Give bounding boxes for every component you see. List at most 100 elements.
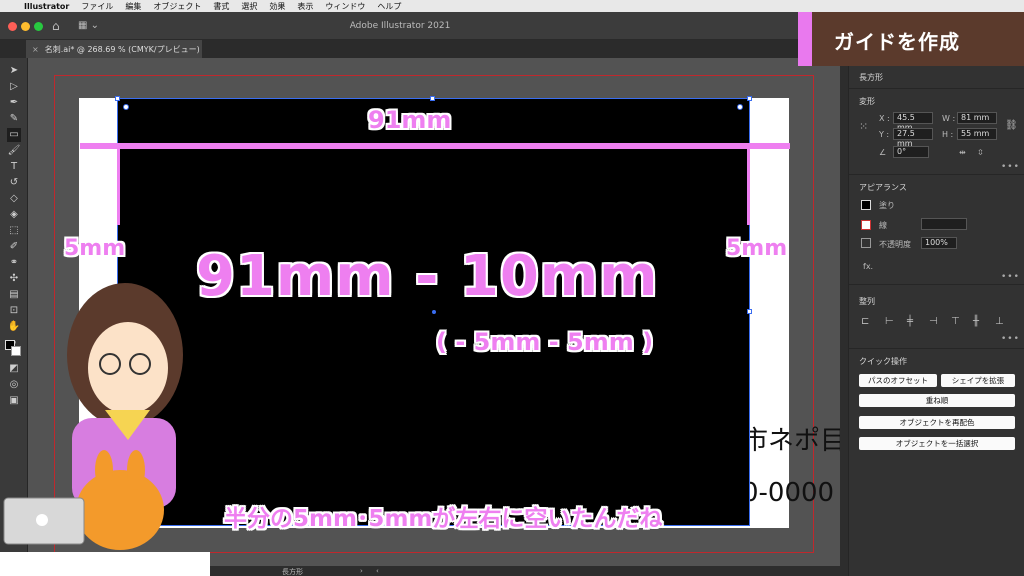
anchor-point[interactable] xyxy=(115,96,120,101)
rotate-angle-input[interactable]: 0° xyxy=(893,146,929,158)
more-options-icon[interactable]: ••• xyxy=(1001,162,1020,172)
menu-app-name[interactable]: Illustrator xyxy=(24,2,69,11)
document-tab-label: 名刺.ai* @ 268.69 % (CMYK/プレビュー) xyxy=(44,44,200,54)
menu-help[interactable]: ヘルプ xyxy=(377,1,401,12)
h-input[interactable]: 55 mm xyxy=(957,128,997,140)
align-bottom-icon[interactable]: ⊥ xyxy=(995,316,1004,327)
x-label: X : xyxy=(879,114,890,123)
white-overlay-block xyxy=(0,552,210,576)
w-input[interactable]: 81 mm xyxy=(957,112,997,124)
flip-vertical-icon[interactable]: ⇳ xyxy=(977,148,984,157)
scroll-left-icon[interactable]: ‹ xyxy=(376,567,379,575)
laptop-logo-icon xyxy=(36,514,48,526)
rectangle-tool-icon[interactable]: ▭ xyxy=(7,128,21,142)
blend-tool-icon[interactable]: ⚭ xyxy=(7,256,21,270)
w-label: W : xyxy=(942,114,956,123)
opacity-input[interactable]: 100% xyxy=(921,237,957,249)
menu-file[interactable]: ファイル xyxy=(81,1,113,12)
window-title: Adobe Illustrator 2021 xyxy=(349,21,451,31)
corner-widget[interactable] xyxy=(123,104,129,110)
menu-window[interactable]: ウィンドウ xyxy=(325,1,365,12)
align-left-icon[interactable]: ⊢ xyxy=(885,316,894,327)
anchor-point[interactable] xyxy=(430,96,435,101)
fill-color-swatch[interactable] xyxy=(861,200,871,210)
recolor-button[interactable]: オブジェクトを再配色 xyxy=(859,416,1015,429)
anchor-point[interactable] xyxy=(747,309,752,314)
eyedropper-tool-icon[interactable]: ✐ xyxy=(7,240,21,254)
menu-effect[interactable]: 効果 xyxy=(269,1,285,12)
y-label: Y : xyxy=(879,130,890,139)
caption-subtitle: 半分の5mm･5mmが左右に空いたんだね xyxy=(224,506,663,532)
formula-sub-annotation: ( - 5mm - 5mm ) xyxy=(436,328,654,356)
formula-annotation: 91mm - 10mm xyxy=(196,244,659,309)
left-guide-line xyxy=(117,149,120,225)
right-margin-annotation: 5mm xyxy=(726,236,788,261)
type-tool-icon[interactable]: T xyxy=(7,160,21,174)
pet-ear-left xyxy=(95,450,113,490)
title-badge: ガイドを作成 xyxy=(798,12,1024,66)
menu-view[interactable]: 表示 xyxy=(297,1,313,12)
curvature-tool-icon[interactable]: ✎ xyxy=(7,112,21,126)
x-input[interactable]: 45.5 mm xyxy=(893,112,933,132)
document-tab-bar: × 名刺.ai* @ 268.69 % (CMYK/プレビュー) xyxy=(0,40,848,58)
more-options-icon[interactable]: ••• xyxy=(1001,334,1020,344)
fill-label: 塗り xyxy=(879,201,895,210)
align-right-icon[interactable]: ⊣ xyxy=(929,316,938,327)
document-tab[interactable]: × 名刺.ai* @ 268.69 % (CMYK/プレビュー) xyxy=(26,40,202,58)
divider xyxy=(849,88,1024,89)
reference-point-icon[interactable]: ⁙ xyxy=(859,120,868,133)
select-same-button[interactable]: オブジェクトを一括選択 xyxy=(859,437,1015,450)
offset-path-button[interactable]: パスのオフセット xyxy=(859,374,937,387)
direct-selection-tool-icon[interactable]: ▷ xyxy=(7,80,21,94)
close-tab-icon[interactable]: × xyxy=(32,45,39,54)
pet-ear-right xyxy=(127,450,145,490)
y-input[interactable]: 27.5 mm xyxy=(893,128,933,148)
rotate-angle-icon: ∠ xyxy=(879,148,887,157)
stroke-label: 線 xyxy=(879,221,887,230)
anchor-point[interactable] xyxy=(747,96,752,101)
presenter-illustration xyxy=(3,283,183,550)
stroke-color-swatch[interactable] xyxy=(861,220,871,230)
status-tool-label: 長方形 xyxy=(282,568,303,576)
align-to-icon[interactable]: ⊏ xyxy=(861,316,869,327)
vertical-scrollbar[interactable] xyxy=(840,58,848,566)
card-address-text: 市ネポ目 xyxy=(742,426,847,456)
align-top-icon[interactable]: ⊤ xyxy=(951,316,960,327)
center-point xyxy=(432,310,436,314)
scale-tool-icon[interactable]: ◈ xyxy=(7,208,21,222)
shape-type-label: 長方形 xyxy=(859,73,883,82)
free-transform-tool-icon[interactable]: ⬚ xyxy=(7,224,21,238)
menu-type[interactable]: 書式 xyxy=(213,1,229,12)
arrange-button[interactable]: 重ね順 xyxy=(859,394,1015,407)
constrain-proportions-icon[interactable]: ⛓ xyxy=(1005,120,1018,131)
window-title-bar: ⌂ ▦ ⌄ Adobe Illustrator 2021 xyxy=(0,12,800,40)
selection-tool-icon[interactable]: ➤ xyxy=(7,64,21,78)
stroke-weight-input[interactable] xyxy=(921,218,967,230)
align-hcenter-icon[interactable]: ╪ xyxy=(907,316,913,327)
menu-object[interactable]: オブジェクト xyxy=(153,1,201,12)
h-label: H : xyxy=(942,130,954,139)
rotate-tool-icon[interactable]: ↺ xyxy=(7,176,21,190)
expand-shape-button[interactable]: シェイプを拡張 xyxy=(941,374,1015,387)
mac-menu-bar: Illustrator ファイル 編集 オブジェクト 書式 選択 効果 表示 ウ… xyxy=(0,0,1024,12)
divider xyxy=(849,174,1024,175)
flip-horizontal-icon[interactable]: ⇹ xyxy=(959,148,966,157)
status-arrow-icon[interactable]: › xyxy=(360,567,363,575)
opacity-icon xyxy=(861,238,871,248)
align-vcenter-icon[interactable]: ╫ xyxy=(973,316,979,327)
width-guide-line xyxy=(80,143,790,149)
transform-heading: 変形 xyxy=(859,97,875,106)
width-annotation: 91mm xyxy=(368,106,452,134)
fx-icon[interactable]: fx. xyxy=(863,262,873,271)
paintbrush-tool-icon[interactable]: 🖌 xyxy=(7,144,21,158)
menu-select[interactable]: 選択 xyxy=(241,1,257,12)
quick-actions-heading: クイック操作 xyxy=(859,357,907,366)
corner-widget[interactable] xyxy=(737,104,743,110)
pen-tool-icon[interactable]: ✒ xyxy=(7,96,21,110)
align-heading: 整列 xyxy=(859,297,875,306)
eraser-tool-icon[interactable]: ◇ xyxy=(7,192,21,206)
badge-stripe xyxy=(798,12,812,66)
divider xyxy=(849,284,1024,285)
more-options-icon[interactable]: ••• xyxy=(1001,272,1020,282)
menu-edit[interactable]: 編集 xyxy=(125,1,141,12)
